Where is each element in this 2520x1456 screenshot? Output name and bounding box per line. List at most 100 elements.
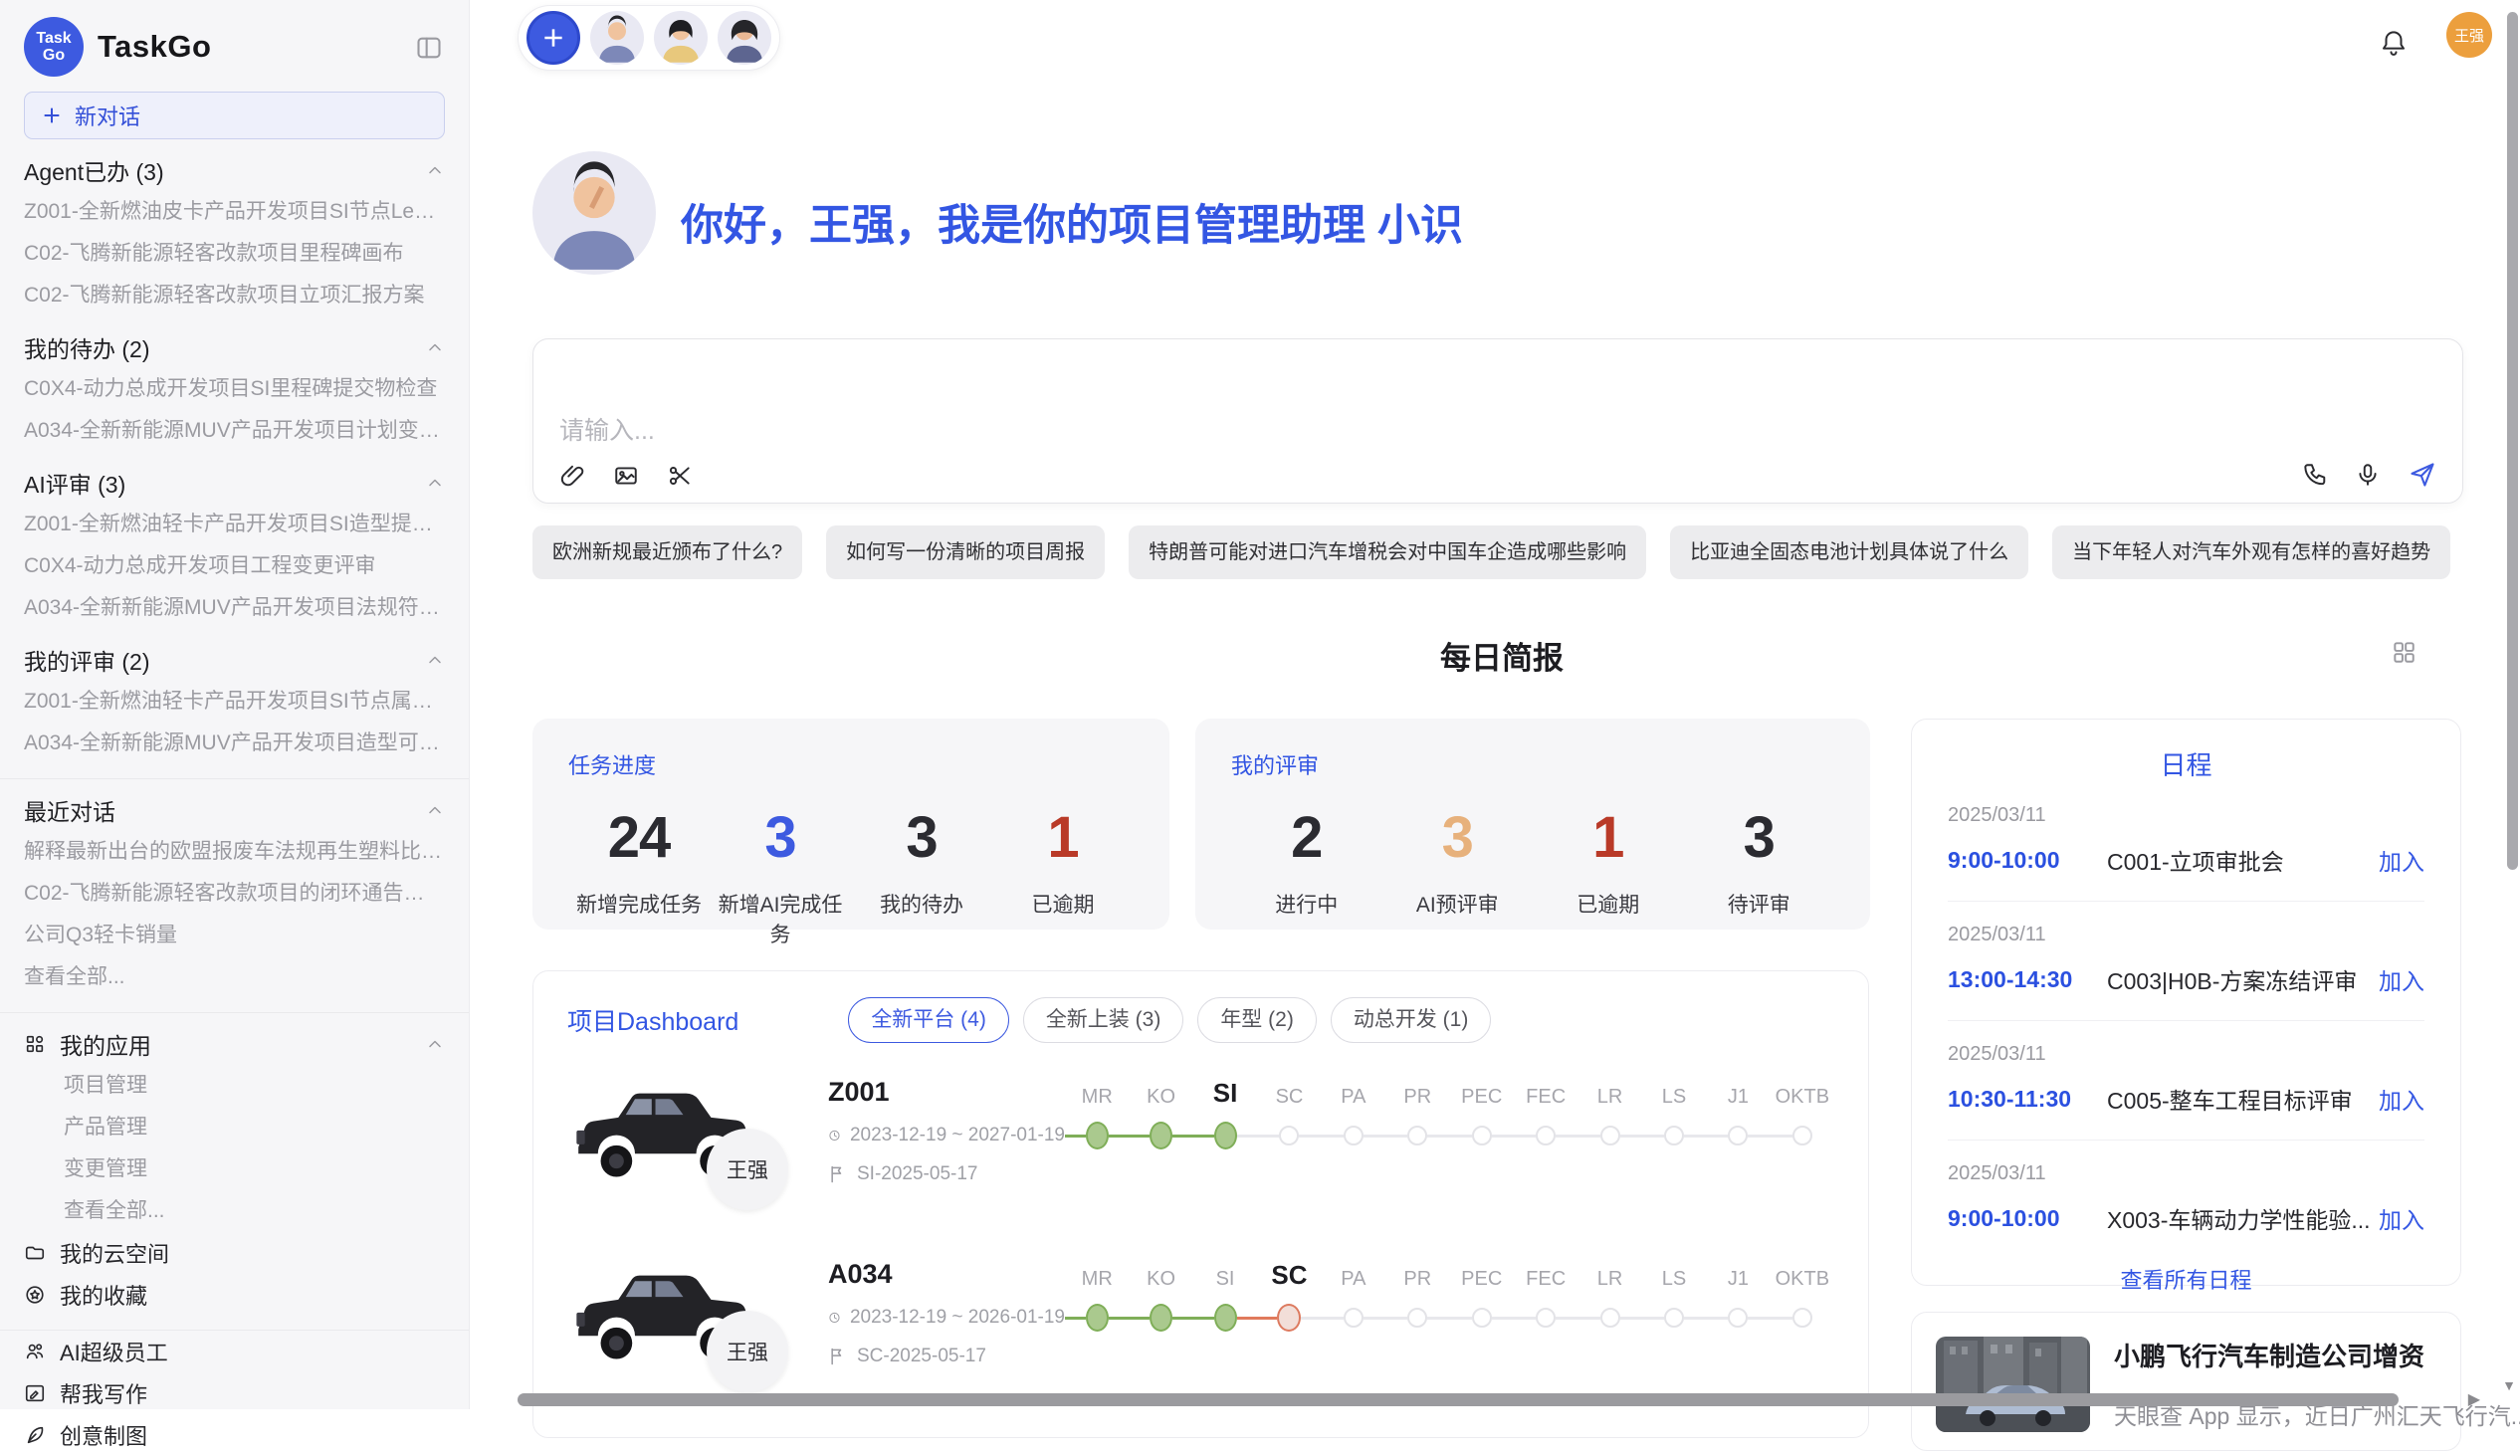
join-button[interactable]: 加入 xyxy=(2379,843,2424,877)
recent-chat-item[interactable]: C02-飞腾新能源轻客改款项目的闭环通告反馈情况 xyxy=(24,873,445,915)
sidebar-item[interactable]: C0X4-动力总成开发项目工程变更评审 xyxy=(24,545,445,587)
milestone-mr[interactable]: MR xyxy=(1065,1073,1129,1158)
section-header-agent-done[interactable]: Agent已办 (3) xyxy=(24,149,445,191)
recent-chat-item[interactable]: 解释最新出台的欧盟报废车法规再生塑料比例被调至15%... xyxy=(24,831,445,873)
milestone-dot xyxy=(1664,1308,1684,1328)
add-agent-button[interactable] xyxy=(526,11,580,65)
milestone-dot xyxy=(1279,1126,1299,1145)
join-button[interactable]: 加入 xyxy=(2379,962,2424,996)
milestone-ls[interactable]: LS xyxy=(1642,1255,1706,1341)
chat-input[interactable]: 请输入... xyxy=(532,338,2463,504)
suggestion-chip[interactable]: 特朗普可能对进口汽车增税会对中国车企造成哪些影响 xyxy=(1129,525,1646,579)
scroll-right-arrow-icon[interactable]: ▶ xyxy=(2468,1389,2480,1409)
chevron-up-icon[interactable] xyxy=(425,1034,445,1054)
milestone-ls[interactable]: LS xyxy=(1642,1073,1706,1158)
sidebar-collapse-icon[interactable] xyxy=(415,34,443,62)
milestone-lr[interactable]: LR xyxy=(1577,1255,1641,1341)
scissors-icon[interactable] xyxy=(667,463,693,489)
sidebar-item[interactable]: Z001-全新燃油皮卡产品开发项目SI节点Lesson Learn报告 xyxy=(24,191,445,233)
milestone-pr[interactable]: PR xyxy=(1385,1255,1449,1341)
flag-icon xyxy=(828,1347,848,1366)
app-item-project-mgmt[interactable]: 项目管理 xyxy=(24,1065,445,1107)
app-item-change-mgmt[interactable]: 变更管理 xyxy=(24,1148,445,1190)
sidebar-item-help-write[interactable]: 帮我写作 xyxy=(24,1372,445,1414)
milestone-pec[interactable]: PEC xyxy=(1450,1073,1514,1158)
milestone-oktb[interactable]: OKTB xyxy=(1771,1073,1834,1158)
join-button[interactable]: 加入 xyxy=(2379,1082,2424,1116)
suggestion-chip[interactable]: 如何写一份清晰的项目周报 xyxy=(826,525,1105,579)
sidebar-item[interactable]: C0X4-动力总成开发项目SI里程碑提交物检查 xyxy=(24,368,445,410)
sidebar-item-ai-employee[interactable]: AI超级员工 xyxy=(24,1331,445,1372)
milestone-j1[interactable]: J1 xyxy=(1706,1073,1770,1158)
milestone-si[interactable]: SI xyxy=(1193,1255,1257,1341)
milestone-mr[interactable]: MR xyxy=(1065,1255,1129,1341)
join-button[interactable]: 加入 xyxy=(2379,1201,2424,1235)
sidebar-item-cloud-space[interactable]: 我的云空间 xyxy=(24,1232,445,1274)
section-header-recent-chats[interactable]: 最近对话 xyxy=(24,789,445,831)
image-icon[interactable] xyxy=(613,463,639,489)
view-all-schedule-link[interactable]: 查看所有日程 xyxy=(1948,1263,2424,1295)
suggestion-chip[interactable]: 欧洲新规最近颁布了什么? xyxy=(532,525,802,579)
recent-chat-item[interactable]: 公司Q3轻卡销量 xyxy=(24,915,445,956)
milestone-ko[interactable]: KO xyxy=(1129,1073,1192,1158)
voice-call-icon[interactable] xyxy=(2301,462,2327,488)
milestone-pr[interactable]: PR xyxy=(1385,1073,1449,1158)
suggestion-chip[interactable]: 当下年轻人对汽车外观有怎样的喜好趋势 xyxy=(2052,525,2450,579)
chevron-up-icon[interactable] xyxy=(425,650,445,670)
suggestion-chip[interactable]: 比亚迪全固态电池计划具体说了什么 xyxy=(1670,525,2028,579)
milestone-label: SI xyxy=(1213,1073,1238,1109)
horizontal-scrollbar-thumb[interactable] xyxy=(518,1393,2399,1406)
send-icon[interactable] xyxy=(2409,461,2436,489)
section-header-my-apps[interactable]: 我的应用 xyxy=(24,1023,445,1065)
new-chat-button[interactable]: 新对话 xyxy=(24,92,445,139)
scroll-down-arrow-icon[interactable]: ▼ xyxy=(2502,1377,2516,1393)
milestone-fec[interactable]: FEC xyxy=(1514,1073,1577,1158)
milestone-ko[interactable]: KO xyxy=(1129,1255,1192,1341)
agent-avatar-2[interactable] xyxy=(654,11,708,65)
chevron-up-icon[interactable] xyxy=(425,160,445,180)
notification-bell-icon[interactable] xyxy=(2379,28,2409,58)
sidebar-item[interactable]: Z001-全新燃油轻卡产品开发项目SI造型提交物评审 xyxy=(24,504,445,545)
attachment-icon[interactable] xyxy=(559,463,585,489)
view-all-apps[interactable]: 查看全部... xyxy=(24,1190,445,1232)
milestone-sc[interactable]: SC xyxy=(1257,1255,1321,1341)
project-row-a034[interactable]: 王强 A034 2023-12-19 ~ 2026-01-19 SC-2025-… xyxy=(567,1253,1834,1407)
layout-grid-icon[interactable] xyxy=(2391,639,2416,665)
chevron-up-icon[interactable] xyxy=(425,800,445,820)
tab-all-new-topside[interactable]: 全新上装 (3) xyxy=(1023,997,1184,1043)
milestone-pa[interactable]: PA xyxy=(1322,1255,1385,1341)
sidebar-item[interactable]: Z001-全新燃油轻卡产品开发项目SI节点属性5D文件评审 xyxy=(24,681,445,723)
milestone-oktb[interactable]: OKTB xyxy=(1771,1255,1834,1341)
sidebar-item-creative-draw[interactable]: 创意制图 xyxy=(24,1414,445,1456)
app-item-product-mgmt[interactable]: 产品管理 xyxy=(24,1107,445,1148)
chevron-up-icon[interactable] xyxy=(425,473,445,493)
tab-model-year[interactable]: 年型 (2) xyxy=(1197,997,1317,1043)
project-row-z001[interactable]: 王强 Z001 2023-12-19 ~ 2027-01-19 SI-2025-… xyxy=(567,1071,1834,1225)
agent-avatar-3[interactable] xyxy=(718,11,771,65)
milestone-si[interactable]: SI xyxy=(1193,1073,1257,1158)
section-header-my-review[interactable]: 我的评审 (2) xyxy=(24,639,445,681)
sidebar-item[interactable]: A034-全新新能源MUV产品开发项目造型可行性评审 xyxy=(24,723,445,764)
news-card[interactable]: 小鹏飞行汽车制造公司增资 天眼查 App 显示，近日广州汇天飞行汽... xyxy=(1911,1312,2461,1451)
section-header-ai-review[interactable]: AI评审 (3) xyxy=(24,462,445,504)
vertical-scrollbar-thumb[interactable] xyxy=(2507,12,2518,870)
user-avatar[interactable]: 王强 xyxy=(2446,12,2492,58)
sidebar-item[interactable]: C02-飞腾新能源轻客改款项目立项汇报方案 xyxy=(24,275,445,316)
milestone-fec[interactable]: FEC xyxy=(1514,1255,1577,1341)
tab-all-new-platform[interactable]: 全新平台 (4) xyxy=(848,997,1009,1043)
view-all-chats[interactable]: 查看全部... xyxy=(24,956,445,998)
sidebar-item[interactable]: A034-全新新能源MUV产品开发项目法规符合性评审 xyxy=(24,587,445,629)
sidebar-item[interactable]: A034-全新新能源MUV产品开发项目计划变更表编写 xyxy=(24,410,445,452)
microphone-icon[interactable] xyxy=(2355,462,2381,488)
sidebar-item[interactable]: C02-飞腾新能源轻客改款项目里程碑画布 xyxy=(24,233,445,275)
section-header-my-todo[interactable]: 我的待办 (2) xyxy=(24,326,445,368)
milestone-sc[interactable]: SC xyxy=(1257,1073,1321,1158)
milestone-pec[interactable]: PEC xyxy=(1450,1255,1514,1341)
milestone-lr[interactable]: LR xyxy=(1577,1073,1641,1158)
tab-powertrain-dev[interactable]: 动总开发 (1) xyxy=(1331,997,1492,1043)
milestone-pa[interactable]: PA xyxy=(1322,1073,1385,1158)
chevron-up-icon[interactable] xyxy=(425,337,445,357)
sidebar-item-favorites[interactable]: 我的收藏 xyxy=(24,1274,445,1316)
milestone-j1[interactable]: J1 xyxy=(1706,1255,1770,1341)
agent-avatar-1[interactable] xyxy=(590,11,644,65)
